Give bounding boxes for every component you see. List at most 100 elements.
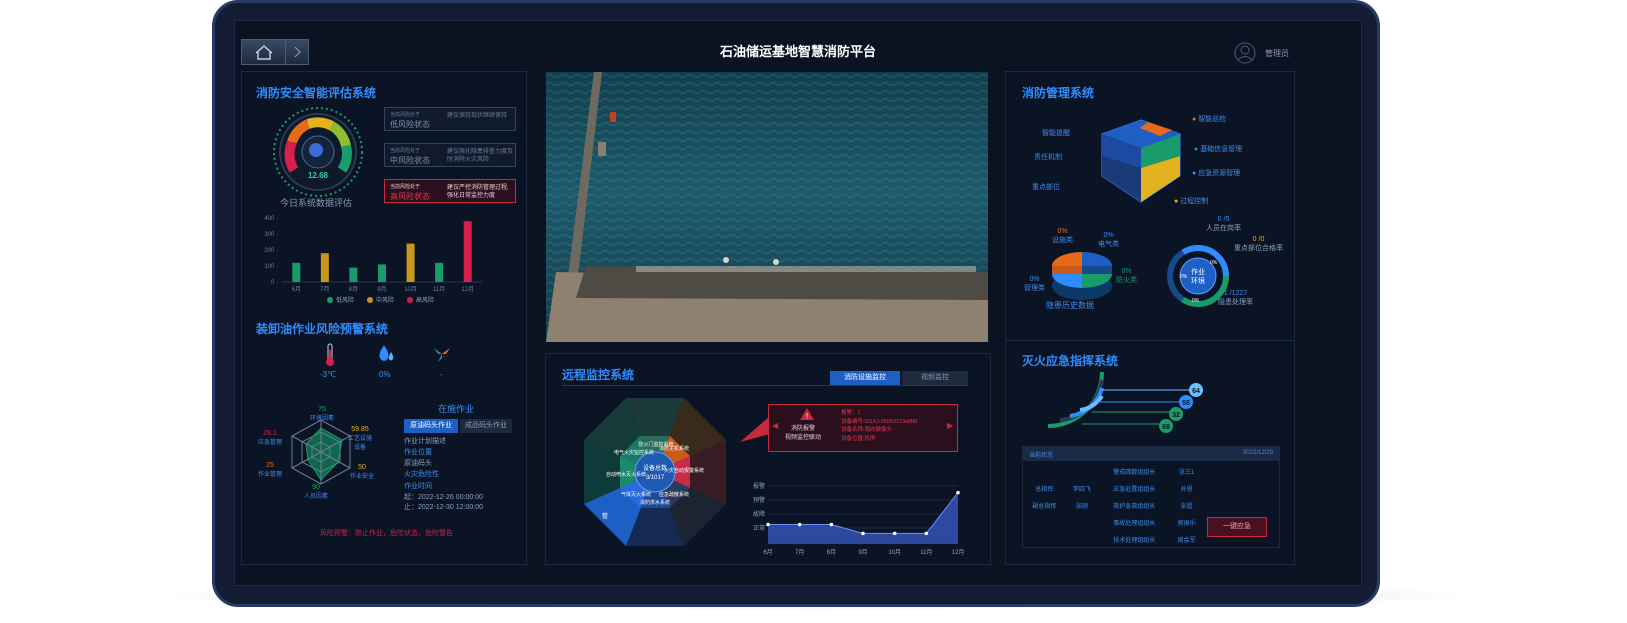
work-label-keypoint: 0 /0 重点部位合格率 [1234, 236, 1283, 252]
system-octagon: 设备总数 3/1017 消防主机系统 火灾自动报警系统 应急疏散系统 消防供水系… [584, 398, 726, 546]
x-tick-label: 11月 [433, 286, 445, 293]
hazard-label-fireproof: 0% 防火类 [1116, 268, 1137, 284]
tab-video[interactable]: 视频监控 [902, 371, 968, 385]
legend-swatch [407, 297, 413, 303]
tab-fire-facilities[interactable]: 消防设施监控 [830, 371, 900, 385]
x-tick-label: 7月 [320, 286, 329, 293]
ring-value: 68 [1162, 424, 1170, 431]
alarm-prev-icon[interactable]: ◀ [772, 421, 778, 430]
x-tick-label: 11月 [920, 549, 932, 556]
donut-pct: 0% [1210, 260, 1218, 266]
status-label: 当前风险处于 [390, 112, 421, 118]
status-advice: 建议严控消防管理过程,强化日常监控力度 [447, 185, 509, 199]
svg-text:!: ! [806, 412, 808, 421]
x-tick-label: 6月 [763, 549, 772, 556]
management-title: 消防管理系统 [1022, 86, 1095, 100]
command-rings: 64 58 32 68 [1047, 371, 1203, 433]
ops-location-label: 作业位置 [404, 449, 432, 456]
y-tick-label: 200 - [264, 248, 278, 254]
data-point [924, 531, 929, 536]
data-point [797, 522, 802, 527]
command-table: 当前状态 2022/12/29 警戒疏散组组长 张三1 总指挥 李四飞 应急处置组组长… [1022, 446, 1280, 548]
right-panel: 消防管理系统 智能提醒 责任机制 重点部位 ● 智能巡检 ● 基础信息管理 ● … [1005, 71, 1295, 565]
status-value: 低风险状态 [390, 120, 430, 129]
hazard-label-management: 0% 管理类 [1024, 276, 1045, 292]
status-value: 中风险状态 [390, 156, 430, 165]
one-key-emergency-button[interactable]: 一键应急 [1207, 517, 1267, 537]
status-value: 高风险状态 [390, 192, 430, 201]
y-tick-label: 400 - [264, 216, 278, 222]
hazard-label-facility: 0% 设施类 [1052, 228, 1073, 244]
segment-label: 自动喷水灭火系统 [606, 471, 646, 478]
ring-value: 64 [1192, 388, 1200, 395]
alarm-title: 消防报警 [791, 426, 816, 432]
ops-plan: 作业计划描述 [404, 438, 446, 445]
y-tick-label: 预警 [753, 496, 765, 504]
legend-swatch [367, 297, 373, 303]
x-tick-label: 10月 [888, 549, 901, 556]
x-tick-label: 7月 [795, 549, 804, 556]
ring-value: 32 [1172, 412, 1180, 419]
ops-title: 在施作业 [438, 404, 475, 414]
x-tick-label: 12月 [952, 549, 965, 556]
wind-turbine-icon [434, 348, 450, 362]
gauge-caption: 今日系统数据评估 [280, 198, 353, 208]
donut-pct: 0% [1192, 298, 1200, 304]
x-tick-label: 8月 [827, 549, 836, 556]
divider [1006, 340, 1294, 341]
x-tick-label: 12月 [461, 286, 474, 293]
command-roster: 警戒疏散组组长 张三1 总指挥 李四飞 应急处置组组长 孙恩 副总指挥 张刚 救护急救组组长… [1032, 470, 1196, 544]
device-status-chart: 报警预警故障正常 6月 7月 8月 9月 10月 11月 12月 [753, 482, 965, 556]
cube-label: ● 过程控制 [1174, 198, 1209, 205]
work-label-hazard: 1 /1227 隐患处理率 [1218, 290, 1253, 306]
cube-label: ● 基础信息管理 [1194, 146, 1243, 153]
x-tick-label: 6月 [292, 286, 301, 293]
status-high: 当前风险处于 高风险状态 建议严控消防管理过程,强化日常监控力度 [384, 179, 516, 203]
y-tick-label: 正常 [753, 524, 765, 532]
user-name[interactable]: 管理员 [1265, 48, 1289, 59]
bar [463, 221, 472, 282]
data-point [956, 490, 960, 495]
wind-value: - [440, 370, 443, 379]
hazard-pie [1052, 252, 1112, 300]
ops-fire-label: 火灾危险性 [404, 471, 439, 478]
remote-monitor-panel: 远程监控系统 消防设施监控 视频监控 设备总数 3/1017 消防主机系统 火灾… [545, 353, 991, 565]
ring-value: 58 [1182, 400, 1190, 407]
data-point [766, 522, 770, 527]
status-mid: 当前风险处于 中风险状态 建议强化隐患排查力度及时消除火灾风险 [384, 143, 516, 167]
segment-label: 气体灭火系统 [621, 491, 651, 498]
base-3d-view[interactable] [546, 72, 988, 342]
tab-crude-dock[interactable]: 原油码头作业 [404, 419, 458, 433]
cube-label: 重点部位 [1032, 184, 1060, 191]
cube-label: 智能提醒 [1042, 130, 1070, 137]
status-advice: 建议强化隐患排查力度及时消除火灾风险 [447, 149, 514, 163]
gauge-value: 12.68 [308, 171, 329, 180]
status-advice: 建议保持现状继续保持 [447, 113, 508, 119]
donut-pct: 0% [1180, 274, 1188, 280]
user-avatar-icon[interactable] [1233, 41, 1257, 65]
donut-center: 环境 [1191, 276, 1205, 285]
table-header-date: 2022/12/29 [1242, 450, 1273, 456]
ops-time-label: 作业时间 [404, 483, 432, 490]
x-tick-label: 8月 [349, 286, 358, 293]
y-tick-label: 0 - [271, 280, 278, 286]
alarm-next-icon[interactable]: ▶ [947, 421, 953, 430]
y-tick-label: 报警 [753, 482, 765, 490]
octagon-center-value: 3/1017 [646, 475, 665, 481]
bar [378, 264, 386, 282]
segment-label: 电气火灾监控系统 [614, 449, 654, 456]
harbor-scene [546, 72, 988, 342]
radar-label-mgmt: 25 作业管理 [258, 462, 283, 478]
alarm-details: 报警：1 设备编号:GSXJ-05050123el8f8 设备名称:南向摄像头 … [841, 410, 918, 442]
data-point [829, 522, 834, 527]
legend-label: 低风险 [336, 296, 354, 304]
y-tick-label: 故障 [753, 510, 765, 518]
humidity-icon [379, 345, 394, 361]
tab-product-dock[interactable]: 成品码头作业 [460, 419, 512, 433]
legend-label: 中风险 [376, 296, 394, 304]
loading-title: 装卸油作业风险预警系统 [256, 322, 389, 336]
cube-label: ● 应急资源管理 [1192, 170, 1241, 177]
alarm-box[interactable]: ! 消防报警 视频监控联动 报警：1 设备编号:GSXJ-05050123el8… [768, 404, 958, 452]
octagon-corner-label: 整 [602, 512, 608, 520]
segment-label: 应急疏散系统 [659, 491, 689, 498]
